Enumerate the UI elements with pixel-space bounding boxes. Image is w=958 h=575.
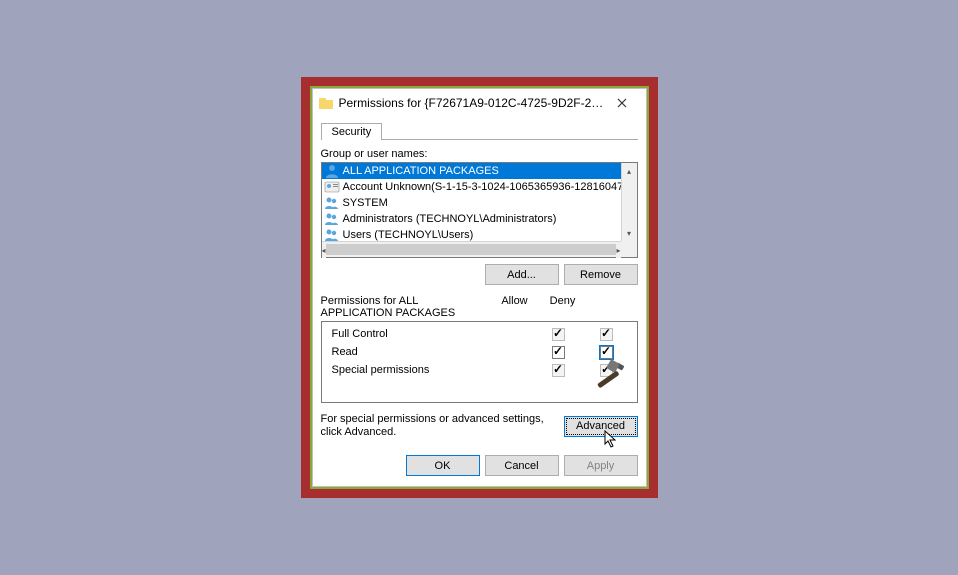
checkbox[interactable] bbox=[552, 346, 565, 359]
allow-header: Allow bbox=[491, 295, 539, 319]
person-icon bbox=[324, 164, 340, 178]
group-label: Users (TECHNOYL\Users) bbox=[343, 229, 474, 241]
people-icon bbox=[324, 196, 340, 210]
group-label: Account Unknown(S-1-15-3-1024-1065365936… bbox=[343, 181, 630, 193]
group-row[interactable]: Administrators (TECHNOYL\Administrators) bbox=[322, 211, 637, 227]
permission-row: Special permissions bbox=[332, 361, 631, 379]
checkbox[interactable] bbox=[600, 328, 613, 341]
permission-label: Read bbox=[332, 346, 535, 358]
scroll-thumb[interactable] bbox=[326, 244, 617, 255]
close-button[interactable] bbox=[604, 90, 640, 116]
group-label: SYSTEM bbox=[343, 197, 388, 209]
group-label: Administrators (TECHNOYL\Administrators) bbox=[343, 213, 557, 225]
add-button[interactable]: Add... bbox=[485, 264, 559, 285]
titlebar: Permissions for {F72671A9-012C-4725-9D2F… bbox=[313, 89, 646, 117]
permissions-for-label: Permissions for ALL APPLICATION PACKAGES bbox=[321, 295, 491, 319]
permission-label: Special permissions bbox=[332, 364, 535, 376]
hammer-icon bbox=[593, 358, 633, 398]
permissions-dialog: Permissions for {F72671A9-012C-4725-9D2F… bbox=[312, 88, 647, 487]
apply-button[interactable]: Apply bbox=[564, 455, 638, 476]
group-row[interactable]: SYSTEM bbox=[322, 195, 637, 211]
tab-security[interactable]: Security bbox=[321, 123, 383, 140]
deny-header: Deny bbox=[539, 295, 587, 319]
cancel-button[interactable]: Cancel bbox=[485, 455, 559, 476]
vertical-scrollbar[interactable]: ▴ ▾ bbox=[621, 163, 637, 241]
folder-icon bbox=[319, 97, 333, 109]
scroll-down-arrow[interactable]: ▾ bbox=[622, 225, 637, 241]
permission-label: Full Control bbox=[332, 328, 535, 340]
permissions-table: Full Control Read Special permissions bbox=[321, 321, 638, 403]
permission-row: Read bbox=[332, 343, 631, 361]
advanced-help-text: For special permissions or advanced sett… bbox=[321, 413, 556, 439]
card-icon bbox=[324, 180, 340, 194]
ok-button[interactable]: OK bbox=[406, 455, 480, 476]
group-row[interactable]: Account Unknown(S-1-15-3-1024-1065365936… bbox=[322, 179, 637, 195]
group-names-label: Group or user names: bbox=[321, 148, 638, 160]
people-icon bbox=[324, 228, 340, 242]
scroll-up-arrow[interactable]: ▴ bbox=[622, 163, 637, 179]
checkbox[interactable] bbox=[552, 364, 565, 377]
checkbox[interactable] bbox=[552, 328, 565, 341]
permission-row: Full Control bbox=[332, 325, 631, 343]
advanced-button[interactable]: Advanced bbox=[564, 416, 638, 437]
people-icon bbox=[324, 212, 340, 226]
group-row[interactable]: ALL APPLICATION PACKAGES bbox=[322, 163, 637, 179]
group-label: ALL APPLICATION PACKAGES bbox=[343, 165, 499, 177]
checkbox[interactable] bbox=[600, 346, 613, 359]
group-listbox[interactable]: ALL APPLICATION PACKAGES Account Unknown(… bbox=[321, 162, 638, 258]
tabstrip: Security bbox=[321, 123, 638, 140]
window-title: Permissions for {F72671A9-012C-4725-9D2F… bbox=[339, 96, 604, 110]
horizontal-scrollbar[interactable]: ◂ ▸ bbox=[322, 241, 621, 257]
remove-button[interactable]: Remove bbox=[564, 264, 638, 285]
